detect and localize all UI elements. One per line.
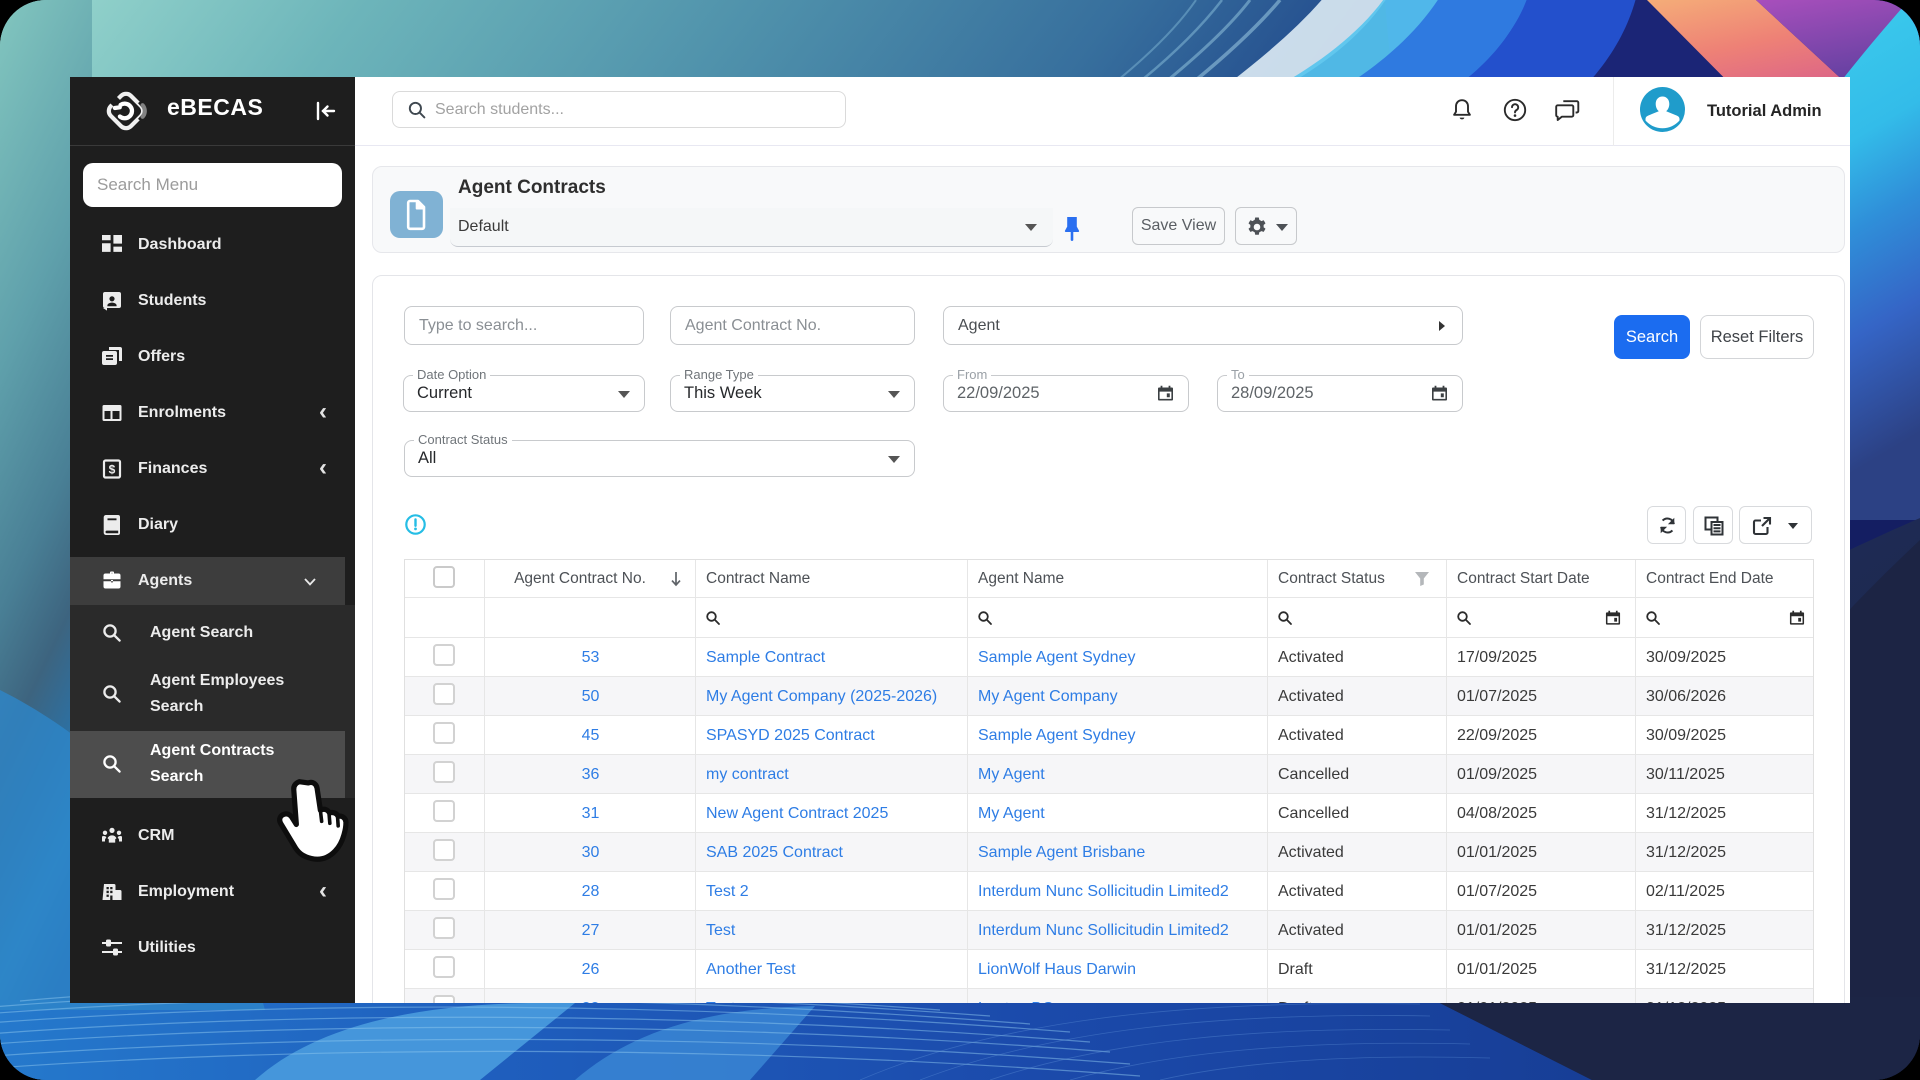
svg-text:$: $: [109, 463, 116, 477]
